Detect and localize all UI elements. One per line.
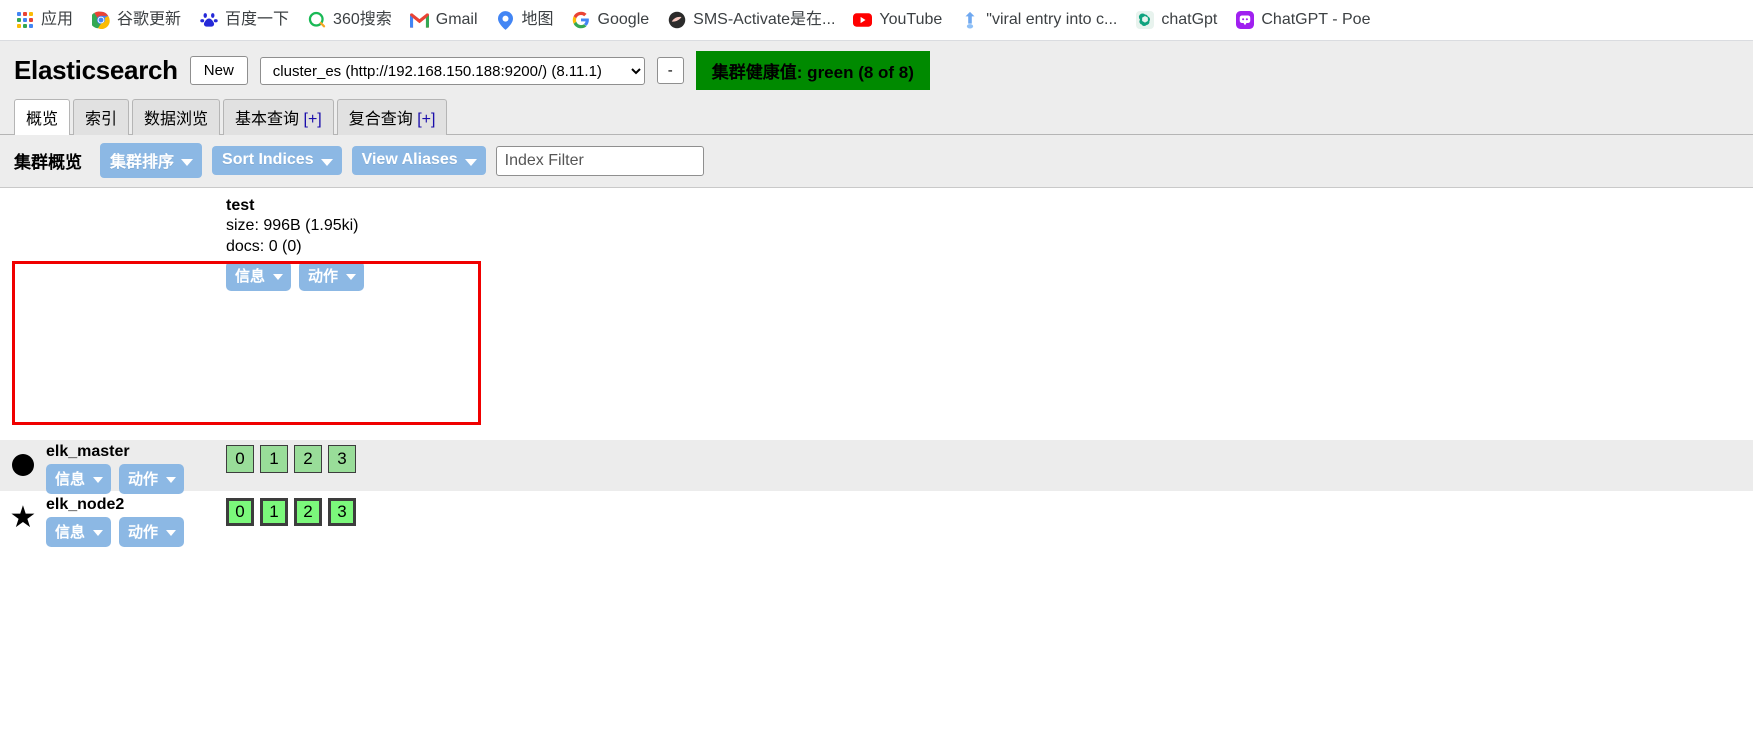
bookmark-label: 360搜索 (333, 11, 392, 28)
shard-box[interactable]: 1 (260, 445, 288, 473)
shard-box[interactable]: 3 (328, 498, 356, 526)
page-title: Elasticsearch (14, 55, 178, 85)
cluster-health-badge: 集群健康值: green (8 of 8) (695, 51, 930, 90)
overview-toolbar: 集群概览 集群排序 Sort Indices View Aliases (0, 135, 1753, 188)
node-info-dropdown[interactable]: 信息 (46, 517, 112, 547)
sort-cluster-dropdown[interactable]: 集群排序 (100, 143, 203, 178)
openai-icon (1135, 11, 1154, 30)
poe-icon (1235, 11, 1254, 30)
sms-activate-icon (667, 11, 686, 30)
google-g-icon (572, 11, 591, 30)
bookmark-label: SMS-Activate是在... (693, 11, 836, 28)
bookmark-youtube[interactable]: YouTube (844, 7, 951, 34)
bookmark-label: chatGpt (1161, 11, 1218, 28)
bookmark-maps[interactable]: 地图 (487, 7, 563, 34)
bookmark-sms-activate[interactable]: SMS-Activate是在... (658, 7, 844, 34)
bookmark-label: 谷歌更新 (117, 11, 182, 28)
bookmark-gmail[interactable]: Gmail (401, 7, 487, 34)
gmail-icon (409, 11, 429, 30)
youtube-icon (853, 11, 873, 30)
sort-indices-dropdown[interactable]: Sort Indices (212, 146, 342, 175)
bookmark-google-update[interactable]: 谷歌更新 (82, 7, 190, 34)
view-aliases-dropdown[interactable]: View Aliases (351, 146, 486, 175)
index-summary: test size: 996B (1.95ki) docs: 0 (0) 信息 … (226, 196, 365, 291)
node-info: elk_master 信息 动作 (46, 440, 226, 494)
shard-box[interactable]: 2 (294, 445, 322, 473)
bookmark-apps[interactable]: 应用 (6, 7, 82, 34)
node-row[interactable]: ★ elk_node2 信息 动作 0 1 2 3 (0, 493, 1753, 547)
bookmark-google[interactable]: Google (563, 7, 659, 34)
bookmark-viral-entry[interactable]: "viral entry into c... (951, 7, 1126, 34)
node-action-dropdown[interactable]: 动作 (119, 464, 185, 494)
bookmark-360-search[interactable]: 360搜索 (298, 7, 401, 34)
index-info-dropdown[interactable]: 信息 (226, 260, 292, 291)
bookmark-label: "viral entry into c... (986, 11, 1118, 28)
bookmark-label: Google (597, 11, 650, 28)
section-title: 集群概览 (14, 153, 82, 172)
bookmark-baidu[interactable]: 百度一下 (190, 7, 298, 34)
node-actions: 信息 动作 (46, 517, 226, 547)
bookmark-chatgpt-poe[interactable]: ChatGPT - Poe (1226, 7, 1379, 34)
bookmark-label: ChatGPT - Poe (1261, 11, 1371, 28)
new-connection-button[interactable]: New (189, 55, 248, 86)
shard-list: 0 1 2 3 (226, 493, 356, 526)
elasticsearch-head-app: Elasticsearch New cluster_es (http://192… (0, 41, 1753, 749)
tab-data-browser[interactable]: 数据浏览 (132, 99, 221, 135)
index-docs: docs: 0 (0) (226, 237, 302, 255)
cluster-overview-body: test size: 996B (1.95ki) docs: 0 (0) 信息 … (0, 188, 1753, 749)
index-size: size: 996B (1.95ki) (226, 217, 359, 235)
apps-grid-icon (15, 11, 34, 30)
shard-box[interactable]: 3 (328, 445, 356, 473)
tab-label: 复合查询 (348, 111, 418, 128)
tab-composite-query[interactable]: 复合查询 [+] (336, 99, 448, 135)
tab-label: 概览 (26, 111, 59, 128)
tab-overview[interactable]: 概览 (14, 99, 71, 135)
chrome-icon (91, 11, 110, 30)
cluster-select[interactable]: cluster_es (http://192.168.150.188:9200/… (259, 56, 645, 85)
node-info: elk_node2 信息 动作 (46, 493, 226, 547)
index-name: test (226, 197, 255, 214)
master-node-star-icon: ★ (9, 500, 37, 535)
tab-bar: 概览 索引 数据浏览 基本查询 [+] 复合查询 [+] (0, 98, 1753, 135)
tab-label: 基本查询 (235, 111, 304, 128)
shard-box[interactable]: 0 (226, 445, 254, 473)
node-actions: 信息 动作 (46, 464, 226, 494)
bookmark-label: 百度一下 (225, 11, 290, 28)
node-row[interactable]: elk_master 信息 动作 0 1 2 3 (0, 440, 1753, 494)
shard-list: 0 1 2 3 (226, 440, 356, 473)
bookmark-label: YouTube (879, 11, 943, 28)
bookmark-label: 应用 (41, 11, 74, 28)
maps-pin-icon (496, 10, 515, 30)
node-name: elk_master (46, 443, 130, 460)
tab-label: 数据浏览 (144, 111, 209, 128)
tab-basic-query[interactable]: 基本查询 [+] (223, 99, 334, 135)
bookmark-chatgpt[interactable]: chatGpt (1126, 7, 1226, 34)
index-actions: 信息 动作 (226, 260, 365, 291)
shard-box[interactable]: 2 (294, 498, 322, 526)
index-action-dropdown[interactable]: 动作 (299, 260, 365, 291)
bookmark-label: 地图 (521, 11, 554, 28)
tab-indices[interactable]: 索引 (73, 99, 130, 135)
shard-box[interactable]: 0 (226, 498, 254, 526)
node-info-dropdown[interactable]: 信息 (46, 464, 112, 494)
index-filter-input[interactable] (495, 145, 704, 176)
browser-bookmark-bar: 应用 谷歌更新 百度一下 360搜索 Gmail 地图 Google SMS-A… (0, 0, 1753, 41)
tab-label: 索引 (85, 111, 118, 128)
bookmark-generic-icon (960, 11, 979, 30)
tab-plus-indicator: [+] (417, 111, 436, 128)
disconnect-button[interactable]: - (656, 57, 684, 84)
baidu-icon (199, 11, 218, 30)
tab-plus-indicator: [+] (303, 111, 322, 128)
node-name: elk_node2 (46, 496, 125, 513)
data-node-dot-icon (0, 440, 46, 476)
bookmark-label: Gmail (435, 11, 478, 28)
shard-box[interactable]: 1 (260, 498, 288, 526)
360-search-icon (307, 11, 326, 30)
app-header: Elasticsearch New cluster_es (http://192… (0, 41, 1753, 98)
node-action-dropdown[interactable]: 动作 (119, 517, 185, 547)
